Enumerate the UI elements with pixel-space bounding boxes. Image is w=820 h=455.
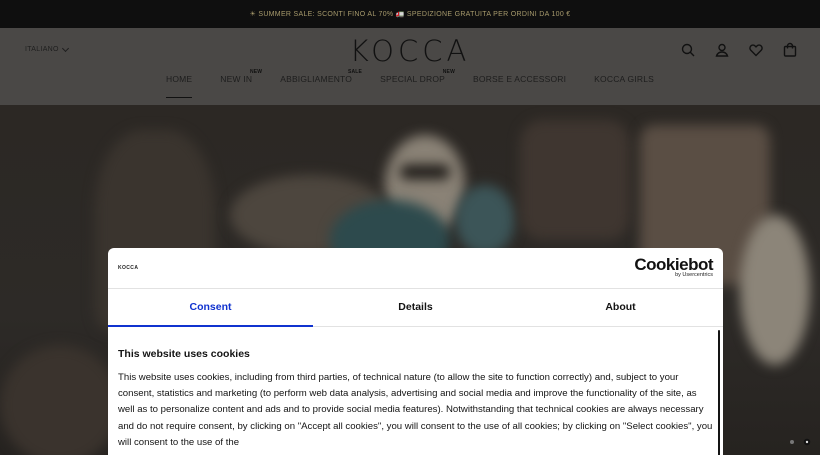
account-icon[interactable] [714, 42, 730, 58]
header-icons [680, 42, 798, 58]
main-nav: HOME NEW NEW IN SALE ABBIGLIAMENTO NEW S… [0, 69, 820, 98]
dialog-scrollbar[interactable] [718, 330, 720, 455]
nav-item-label: HOME [165, 74, 193, 84]
announcement-text: ☀ SUMMER SALE: SCONTI FINO AL 70% 🚛 SPED… [249, 11, 571, 18]
nav-item-kocca-girls[interactable]: KOCCA GIRLS [580, 72, 668, 98]
dialog-header: KOCCA Cookiebot by Usercentrics [108, 248, 723, 289]
cart-bag-icon[interactable] [782, 42, 798, 58]
tab-about[interactable]: About [518, 289, 723, 326]
cookiebot-logo[interactable]: Cookiebot by Usercentrics [634, 256, 713, 278]
nav-item-borse-accessori[interactable]: BORSE E ACCESSORI [459, 72, 580, 98]
nav-badge: NEW [442, 69, 456, 75]
cookiebot-logo-text: Cookiebot [634, 255, 713, 274]
site-header: ITALIANO KOCCA HOME NEW NEW IN SALE ABBI… [0, 28, 820, 105]
nav-item-abbigliamento[interactable]: SALE ABBIGLIAMENTO [266, 69, 366, 98]
tab-details[interactable]: Details [313, 289, 518, 326]
status-dot [790, 440, 794, 444]
dialog-brand: KOCCA [118, 265, 139, 271]
nav-item-label: SPECIAL DROP [380, 74, 446, 84]
dialog-body: This website uses cookies This website u… [118, 348, 713, 451]
wishlist-heart-icon[interactable] [748, 42, 764, 58]
dialog-text: This website uses cookies, including fro… [118, 372, 713, 448]
nav-item-special-drop[interactable]: NEW SPECIAL DROP [366, 69, 459, 98]
dialog-tabs: Consent Details About [108, 289, 723, 327]
nav-item-label: KOCCA GIRLS [594, 74, 655, 84]
nav-badge: SALE [347, 69, 363, 75]
nav-item-label: BORSE E ACCESSORI [473, 74, 567, 84]
nav-item-label: NEW IN [220, 74, 253, 84]
dialog-title: This website uses cookies [118, 348, 250, 360]
nav-item-home[interactable]: HOME [152, 72, 206, 98]
tab-consent[interactable]: Consent [108, 289, 313, 327]
nav-item-new-in[interactable]: NEW NEW IN [206, 69, 266, 98]
nav-item-label: ABBIGLIAMENTO [280, 74, 353, 84]
settings-gear-icon[interactable] [802, 437, 812, 447]
nav-badge: NEW [249, 69, 263, 75]
search-icon[interactable] [680, 42, 696, 58]
announcement-bar: ☀ SUMMER SALE: SCONTI FINO AL 70% 🚛 SPED… [0, 0, 820, 28]
cookie-consent-dialog: KOCCA Cookiebot by Usercentrics Consent … [108, 248, 723, 455]
